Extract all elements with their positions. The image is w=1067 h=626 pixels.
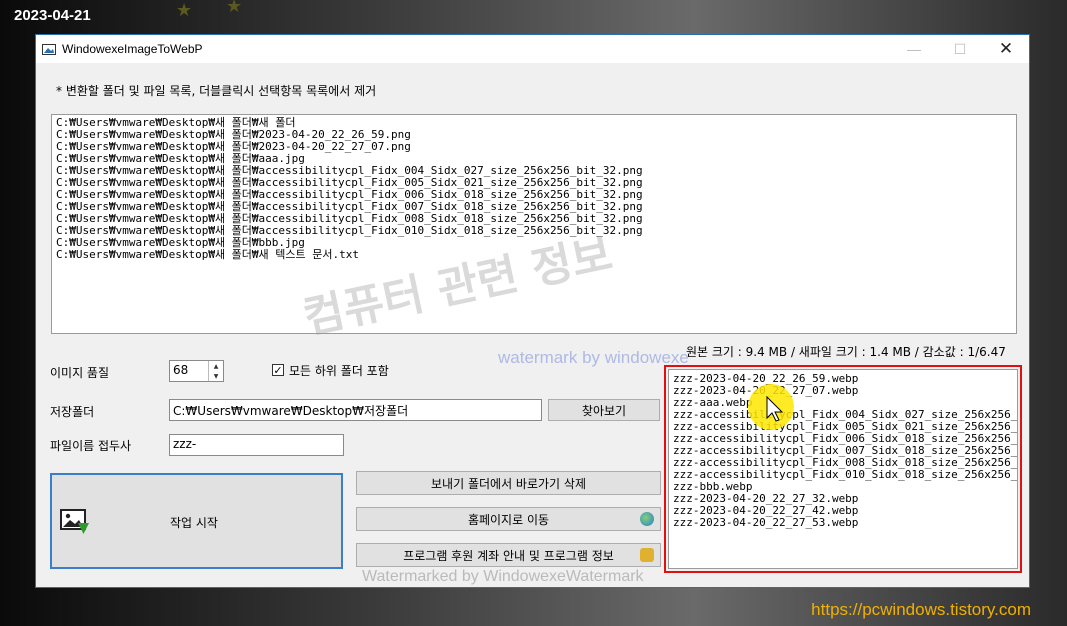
image-convert-icon [60,509,89,534]
save-folder-label: 저장폴더 [50,405,95,419]
save-folder-field[interactable]: C:₩Users₩vmware₩Desktop₩저장폴더 [169,399,542,421]
image-icon [42,43,56,55]
main-panel: * 변환할 폴더 및 파일 목록, 더블클릭시 선택항목 목록에서 제거 C:₩… [36,63,1029,587]
close-button[interactable]: ✕ [983,35,1029,63]
about-button-label: 프로그램 후원 계좌 안내 및 프로그램 정보 [403,548,614,563]
minimize-button[interactable]: — [891,35,937,63]
source-url: https://pcwindows.tistory.com [811,600,1031,619]
mouse-pointer-icon [766,396,784,422]
source-file-list[interactable]: C:₩Users₩vmware₩Desktop₩새 폴더₩새 폴더 C:₩User… [51,114,1017,334]
spin-up-icon[interactable]: ▲ [209,361,223,371]
prefix-label: 파일이름 접두사 [50,439,132,453]
spin-down-icon[interactable]: ▼ [209,371,223,381]
prefix-field[interactable]: zzz- [169,434,344,456]
browse-button[interactable]: 찾아보기 [548,399,660,421]
start-button-label: 작업 시작 [170,516,218,530]
coins-icon [640,548,654,562]
output-file-list[interactable]: zzz-2023-04-20_22_26_59.webpzzz-2023-04-… [668,369,1018,569]
list-item[interactable]: C:₩Users₩vmware₩Desktop₩새 폴더₩새 텍스트 문서.tx… [56,249,1012,261]
quality-stepper[interactable]: 68 ▲ ▼ [169,360,224,382]
window-title: WindowexeImageToWebP [62,42,203,56]
start-button[interactable]: 작업 시작 [50,473,343,569]
about-button[interactable]: 프로그램 후원 계좌 안내 및 프로그램 정보 [356,543,661,567]
homepage-button-label: 홈페이지로 이동 [467,512,550,527]
app-window: WindowexeImageToWebP — ☐ ✕ * 변환할 폴더 및 파일… [35,34,1030,588]
star-decoration-icon: ★ [176,0,193,21]
title-bar: WindowexeImageToWebP — ☐ ✕ [36,35,1029,63]
homepage-button[interactable]: 홈페이지로 이동 [356,507,661,531]
date-stamp: 2023-04-21 [14,7,91,24]
star-decoration-icon: ★ [226,0,243,17]
quality-value: 68 [173,363,189,377]
list-item[interactable]: zzz-2023-04-20_22_27_53.webp [673,517,1013,529]
maximize-button[interactable]: ☐ [937,35,983,63]
globe-icon [640,512,654,526]
include-subfolders-label: 모든 하위 폴더 포함 [289,364,389,378]
delete-shortcut-button[interactable]: 보내기 폴더에서 바로가기 삭제 [356,471,661,495]
quality-label: 이미지 품질 [50,366,110,380]
include-subfolders-checkbox[interactable]: ✓ [272,364,284,376]
size-info-text: 원본 크기 : 9.4 MB / 새파일 크기 : 1.4 MB / 감소값 :… [686,345,1006,359]
quality-spin-arrows[interactable]: ▲ ▼ [208,361,223,381]
instruction-label: * 변환할 폴더 및 파일 목록, 더블클릭시 선택항목 목록에서 제거 [56,84,377,98]
